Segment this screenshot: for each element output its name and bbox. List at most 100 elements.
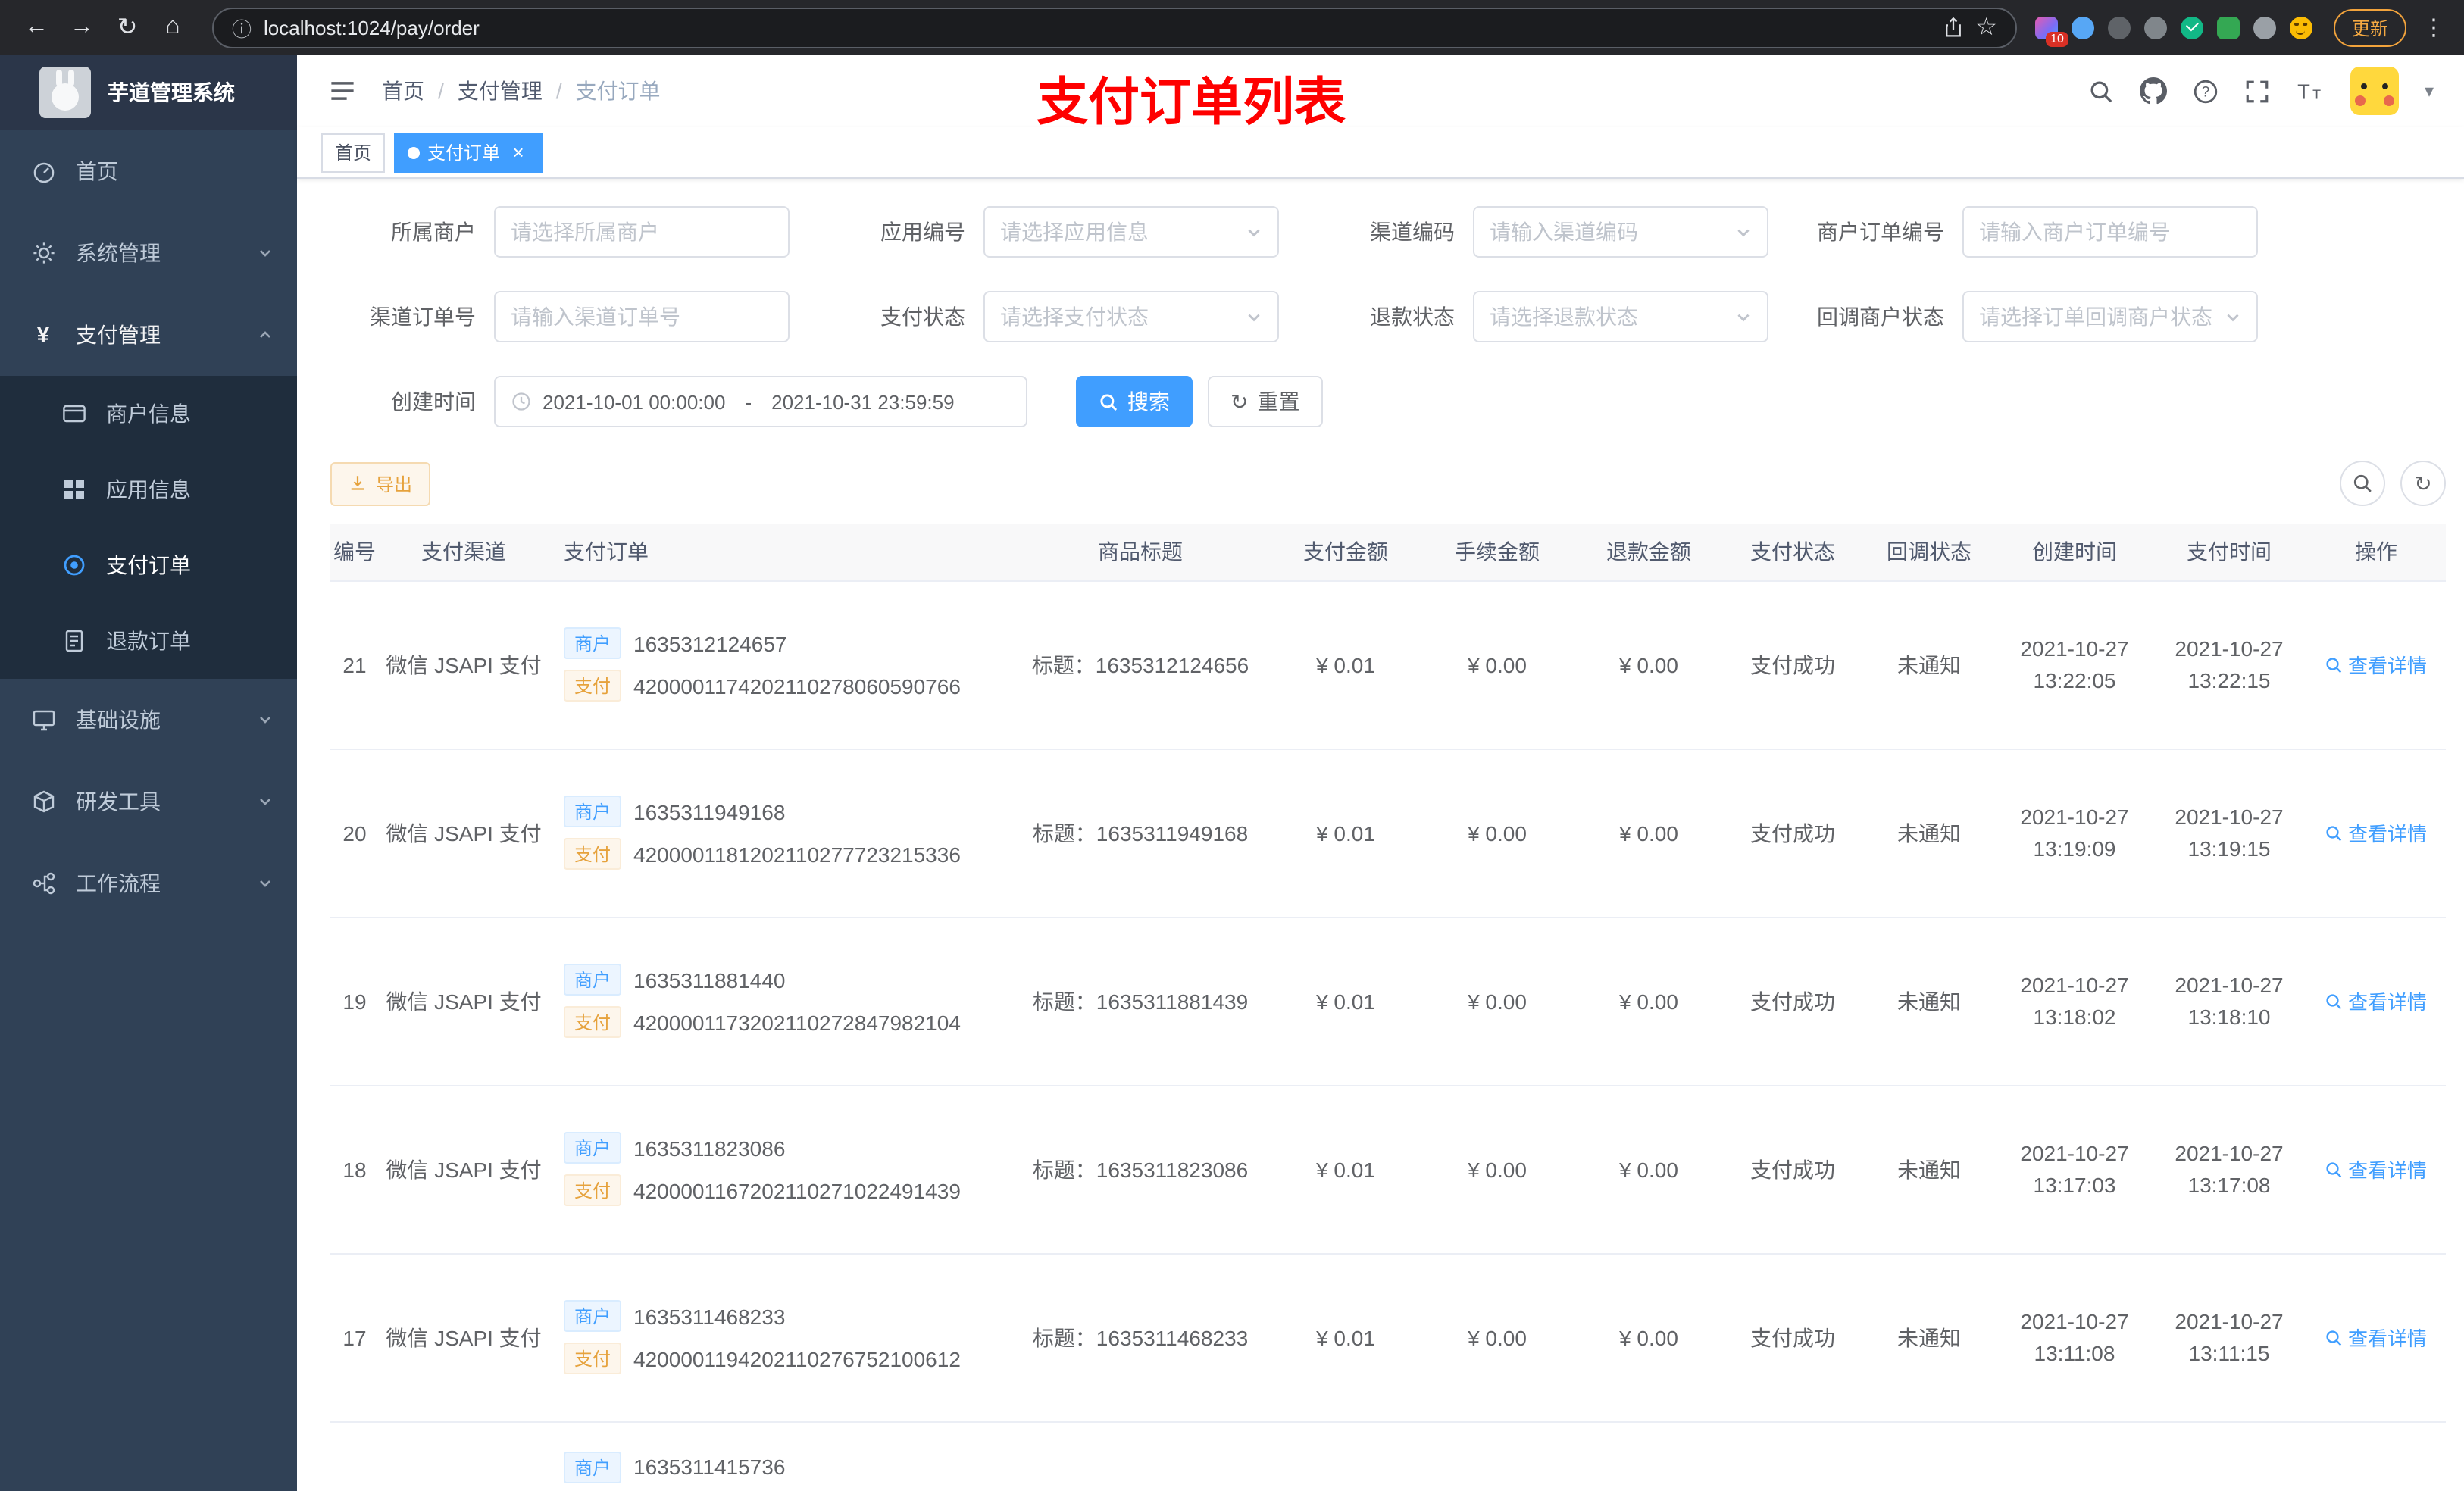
search-icon[interactable]: [2088, 78, 2114, 104]
browser-update-button[interactable]: 更新: [2333, 8, 2406, 46]
table-row: 20 微信 JSAPI 支付 商户 1635311949168 支付 42000…: [330, 749, 2446, 917]
site-info-icon[interactable]: ⓘ: [232, 13, 252, 42]
sidebar-item-pay[interactable]: ¥ 支付管理: [0, 294, 297, 376]
extension-icon-8[interactable]: [2289, 16, 2312, 39]
view-detail-link[interactable]: 查看详情: [2325, 818, 2427, 847]
sidebar-item-merchant-info[interactable]: 商户信息: [0, 376, 297, 452]
extension-icon-2[interactable]: [2071, 16, 2094, 39]
filter-input[interactable]: [511, 305, 773, 329]
filter-control[interactable]: [494, 291, 790, 342]
filter-input[interactable]: [1000, 305, 1240, 329]
filter-control[interactable]: [494, 206, 790, 258]
view-detail-link[interactable]: 查看详情: [2325, 1323, 2427, 1352]
sidebar-item-devtools[interactable]: 研发工具: [0, 761, 297, 842]
date-range-picker[interactable]: 2021-10-01 00:00:00 - 2021-10-31 23:59:5…: [494, 376, 1027, 427]
filter-input[interactable]: [511, 220, 773, 244]
reset-button[interactable]: ↻ 重置: [1208, 376, 1323, 427]
document-icon: [61, 628, 86, 654]
share-icon[interactable]: [1942, 17, 1963, 38]
view-detail-link[interactable]: 查看详情: [2325, 650, 2427, 679]
filter-input[interactable]: [1979, 220, 2241, 244]
pay-order-line: 支付 4200001167202110271022491439: [564, 1174, 1011, 1206]
filter-control[interactable]: [1962, 291, 2258, 342]
view-detail-link[interactable]: 查看详情: [2325, 986, 2427, 1015]
browser-back-button[interactable]: ←: [15, 6, 58, 48]
extension-icon-5[interactable]: [2180, 16, 2203, 39]
cell-refund: ¥ 0.00: [1573, 917, 1724, 1086]
filter-control[interactable]: [983, 291, 1279, 342]
filter-control[interactable]: [983, 206, 1279, 258]
bookmark-star-icon[interactable]: ☆: [1975, 12, 1997, 42]
filter-control[interactable]: [1473, 291, 1768, 342]
pay-tag: 支付: [564, 670, 622, 702]
refresh-icon: ↻: [1230, 389, 1249, 413]
filter-field: 回调商户状态: [1799, 291, 2258, 342]
cell-amount: ¥ 0.01: [1270, 749, 1421, 917]
pay-order-no: 4200001194202110276752100612: [633, 1346, 961, 1371]
svg-text:?: ?: [2202, 83, 2210, 99]
help-icon[interactable]: ?: [2193, 78, 2219, 104]
sidebar-item-home[interactable]: 首页: [0, 130, 297, 212]
sidebar-item-workflow[interactable]: 工作流程: [0, 842, 297, 924]
breadcrumb-home[interactable]: 首页: [382, 76, 424, 106]
sidebar-item-infra[interactable]: 基础设施: [0, 679, 297, 761]
browser-menu-icon[interactable]: ⋮: [2419, 14, 2449, 41]
pay-tag: 支付: [564, 1343, 622, 1374]
tab-home[interactable]: 首页: [321, 133, 386, 172]
address-bar[interactable]: ⓘ localhost:1024/pay/order ☆: [212, 7, 2017, 48]
github-icon[interactable]: [2139, 77, 2167, 105]
sidebar-item-pay-order[interactable]: 支付订单: [0, 527, 297, 603]
sidebar-logo[interactable]: 芋道管理系统: [0, 55, 297, 130]
cell-channel: 微信 JSAPI 支付: [379, 917, 549, 1086]
reset-button-label: 重置: [1257, 389, 1300, 414]
font-size-icon[interactable]: TT: [2296, 78, 2325, 104]
filter-control[interactable]: [1473, 206, 1768, 258]
sidebar-item-refund-order[interactable]: 退款订单: [0, 603, 297, 679]
user-avatar[interactable]: [2350, 67, 2399, 115]
extension-icon-4[interactable]: [2143, 16, 2167, 39]
cell-title: 标题：1635312124656: [1011, 580, 1270, 749]
sidebar-item-system[interactable]: 系统管理: [0, 212, 297, 294]
url-text[interactable]: localhost:1024/pay/order: [264, 16, 1930, 39]
cell-fee: ¥ 0.00: [1421, 1085, 1573, 1254]
tab-label: 支付订单: [427, 142, 501, 164]
cell-amount: ¥ 0.01: [1270, 917, 1421, 1086]
filter-input[interactable]: [1490, 220, 1729, 244]
search-button[interactable]: 搜索: [1076, 376, 1193, 427]
export-button[interactable]: 导出: [330, 461, 431, 505]
date-start[interactable]: 2021-10-01 00:00:00: [543, 390, 725, 413]
filter-input[interactable]: [1000, 220, 1240, 244]
filter-control[interactable]: [1962, 206, 2258, 258]
cell-id: 19: [330, 917, 379, 1086]
caret-down-icon[interactable]: ▾: [2425, 80, 2434, 102]
close-icon[interactable]: ×: [508, 141, 529, 163]
pay-tag: 支付: [564, 1006, 622, 1038]
cell-id: 21: [330, 580, 379, 749]
grid-icon: [61, 477, 86, 502]
view-detail-link[interactable]: 查看详情: [2325, 1155, 2427, 1183]
breadcrumb-pay[interactable]: 支付管理: [458, 76, 543, 106]
fullscreen-icon[interactable]: [2244, 78, 2270, 104]
cell-channel: 微信 JSAPI 支付: [379, 580, 549, 749]
merchant-order-line: 商户 1635311468233: [564, 1300, 1011, 1332]
extension-icon-1[interactable]: 10: [2034, 16, 2068, 46]
sidebar-item-app-info[interactable]: 应用信息: [0, 452, 297, 527]
filter-input[interactable]: [1979, 305, 2219, 329]
chevron-up-icon: [258, 327, 273, 342]
browser-reload-button[interactable]: ↻: [106, 6, 149, 48]
column-header: 支付订单: [549, 524, 1011, 581]
filter-input[interactable]: [1490, 305, 1729, 329]
filter-label: 回调商户状态: [1817, 305, 1944, 329]
hamburger-icon[interactable]: [318, 67, 367, 115]
extension-icon-7[interactable]: [2253, 16, 2276, 39]
extension-icon-3[interactable]: [2107, 16, 2131, 39]
browser-forward-button[interactable]: →: [61, 6, 103, 48]
toggle-search-button[interactable]: [2340, 461, 2385, 506]
extension-icon-6[interactable]: [2216, 16, 2240, 39]
pay-order-no: 4200001181202110277723215336: [633, 842, 961, 866]
svg-text:T: T: [2297, 80, 2310, 103]
tab-pay-order[interactable]: 支付订单 ×: [394, 133, 543, 172]
date-end[interactable]: 2021-10-31 23:59:59: [771, 390, 954, 413]
refresh-table-button[interactable]: ↻: [2400, 461, 2446, 506]
browser-home-button[interactable]: ⌂: [152, 6, 194, 48]
